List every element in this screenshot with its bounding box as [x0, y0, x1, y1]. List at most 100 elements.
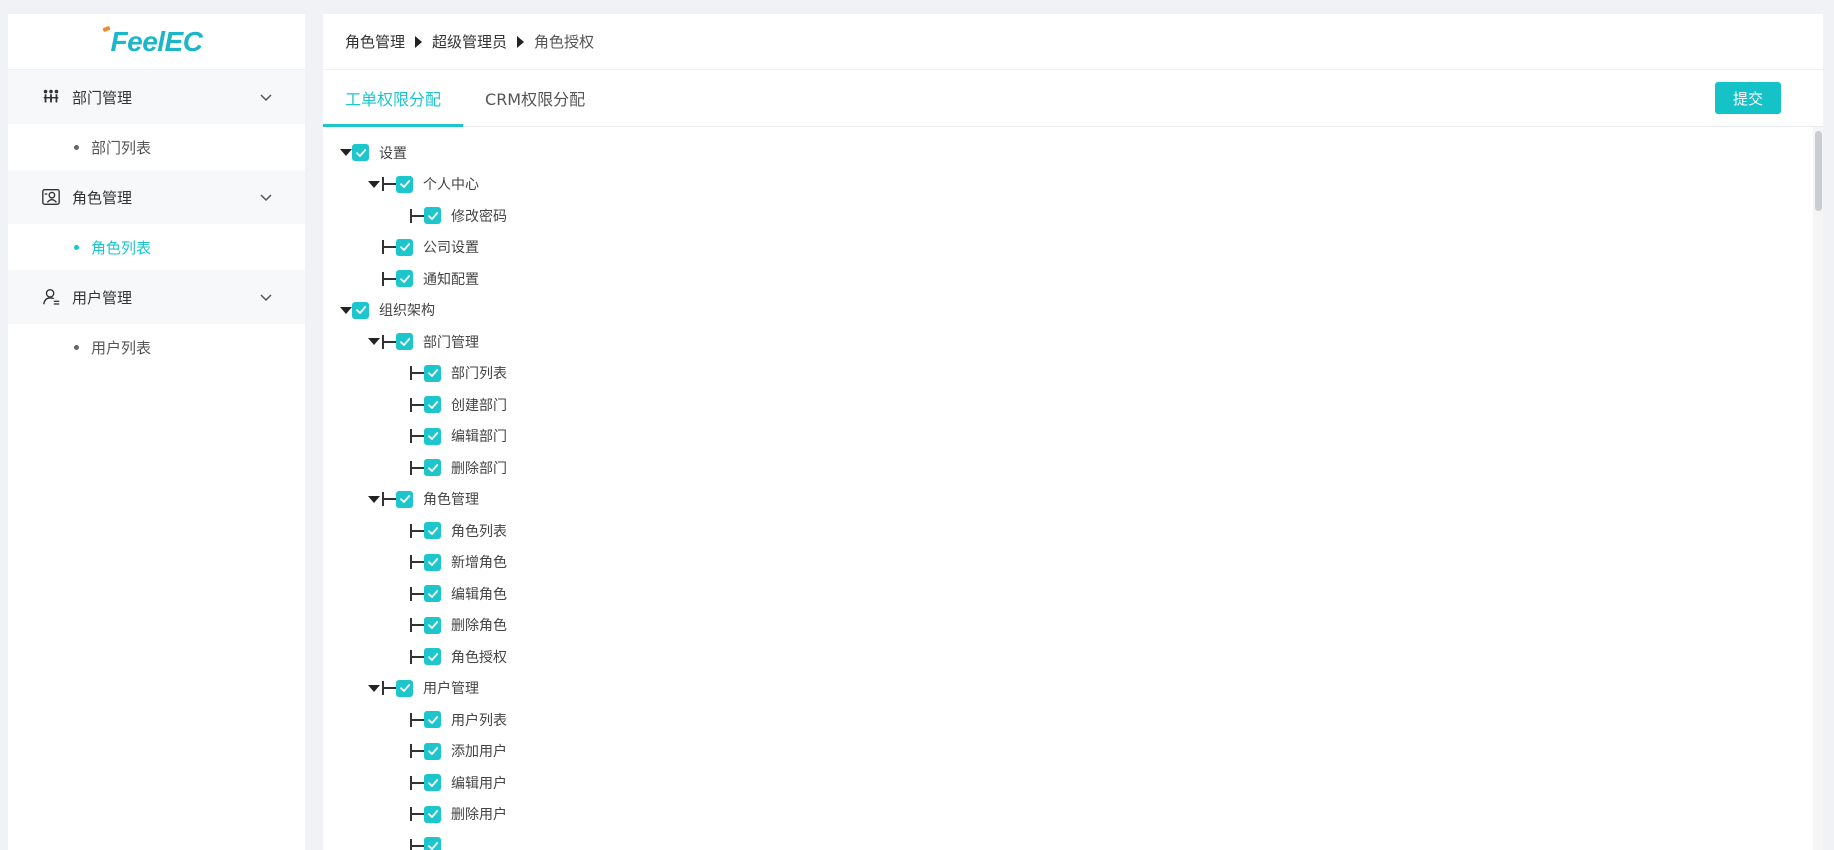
permission-checkbox[interactable] — [352, 301, 369, 319]
breadcrumb-item[interactable]: 超级管理员 — [432, 31, 507, 52]
permission-tabs: 工单权限分配 CRM权限分配 提交 — [323, 70, 1823, 127]
tree-branch-line — [380, 492, 396, 507]
tree-node: 删除部门 — [323, 452, 1823, 484]
sidebar: FeelEC 部门管理 部门列表 角色管理 角色列表 用户管理 用户列表 — [8, 14, 305, 850]
tree-node: 角色管理 — [323, 484, 1823, 516]
tree-node: 编辑部门 — [323, 421, 1823, 453]
expand-toggle-icon[interactable] — [368, 180, 380, 188]
permission-checkbox[interactable] — [424, 522, 441, 540]
tree-branch-line — [408, 712, 424, 727]
permission-label: 删除角色 — [451, 618, 507, 635]
permission-checkbox[interactable] — [424, 711, 441, 729]
tree-node: 部门管理 — [323, 326, 1823, 358]
sidebar-item-role-list[interactable]: 角色列表 — [8, 224, 305, 270]
permission-label: 设置 — [379, 145, 407, 162]
permission-label: 部门管理 — [423, 334, 479, 351]
logo-spark-icon — [102, 25, 111, 32]
tree-branch-line — [408, 618, 424, 633]
breadcrumb-item-current: 角色授权 — [534, 33, 595, 51]
permission-label: 编辑部门 — [451, 429, 507, 446]
expand-toggle-icon[interactable] — [368, 495, 380, 503]
tree-branch-line — [380, 271, 396, 286]
permission-checkbox[interactable] — [424, 837, 441, 850]
permission-checkbox[interactable] — [396, 679, 413, 697]
permission-checkbox[interactable] — [424, 427, 441, 445]
sidebar-group-department[interactable]: 部门管理 — [8, 70, 305, 124]
permission-checkbox[interactable] — [424, 459, 441, 477]
tree-branch-line — [408, 366, 424, 381]
tree-branch-line — [380, 681, 396, 696]
tree-branch-line — [408, 586, 424, 601]
permission-checkbox[interactable] — [424, 805, 441, 823]
permission-checkbox[interactable] — [424, 742, 441, 760]
permission-checkbox[interactable] — [424, 648, 441, 666]
permission-checkbox[interactable] — [396, 333, 413, 351]
sidebar-group-label: 角色管理 — [72, 188, 133, 207]
permission-checkbox[interactable] — [424, 616, 441, 634]
sidebar-group-user[interactable]: 用户管理 — [8, 270, 305, 324]
caret-right-icon — [415, 35, 423, 48]
tree-branch-line — [408, 523, 424, 538]
expand-toggle-icon[interactable] — [368, 684, 380, 692]
breadcrumb: 角色管理 超级管理员 角色授权 — [323, 14, 1823, 70]
permission-label: 公司设置 — [423, 240, 479, 257]
bullet-dot — [74, 144, 79, 150]
breadcrumb-item[interactable]: 角色管理 — [345, 31, 405, 52]
tree-node: 创建部门 — [323, 389, 1823, 421]
permission-checkbox[interactable] — [396, 175, 413, 193]
tree-node: 公司设置 — [323, 232, 1823, 264]
tree-branch-line — [408, 649, 424, 664]
permission-checkbox[interactable] — [424, 207, 441, 225]
permission-label: 修改密码 — [451, 208, 507, 225]
permission-checkbox[interactable] — [424, 553, 441, 571]
tab-crm-permissions[interactable]: CRM权限分配 — [463, 70, 607, 126]
department-icon — [40, 86, 62, 108]
tree-node: 角色列表 — [323, 515, 1823, 547]
sidebar-item-user-list[interactable]: 用户列表 — [8, 324, 305, 370]
tab-ticket-permissions[interactable]: 工单权限分配 — [323, 70, 464, 127]
sidebar-item-label: 部门列表 — [91, 138, 152, 157]
tree-node: 添加用户 — [323, 736, 1823, 768]
tree-node: 角色授权 — [323, 641, 1823, 673]
tree-branch-line — [408, 744, 424, 759]
submit-button[interactable]: 提交 — [1715, 82, 1781, 114]
sidebar-group-role[interactable]: 角色管理 — [8, 170, 305, 224]
tree-branch-line — [380, 334, 396, 349]
bullet-dot — [74, 244, 79, 250]
permission-checkbox[interactable] — [396, 270, 413, 288]
logo-text: FeelEC — [102, 25, 203, 58]
expand-toggle-icon[interactable] — [340, 306, 352, 314]
permission-checkbox[interactable] — [424, 396, 441, 414]
caret-right-icon — [517, 35, 525, 48]
tree-branch-line — [408, 429, 424, 444]
permission-checkbox[interactable] — [396, 238, 413, 256]
logo[interactable]: FeelEC — [8, 14, 305, 70]
scrollbar[interactable] — [1813, 127, 1823, 850]
chevron-down-icon — [260, 94, 272, 102]
permission-checkbox[interactable] — [424, 585, 441, 603]
tree-node: 编辑角色 — [323, 578, 1823, 610]
sidebar-item-label: 角色列表 — [91, 238, 152, 257]
sidebar-item-department-list[interactable]: 部门列表 — [8, 124, 305, 170]
permission-label: 组织架构 — [379, 303, 435, 320]
permission-label: 删除部门 — [451, 460, 507, 477]
tree-branch-line — [408, 775, 424, 790]
permission-label: 个人中心 — [423, 177, 479, 194]
permission-label: 编辑用户 — [451, 775, 507, 792]
tree-node: 删除角色 — [323, 610, 1823, 642]
permission-label: 用户列表 — [451, 712, 507, 729]
expand-toggle-icon[interactable] — [340, 149, 352, 157]
tree-node: 编辑用户 — [323, 767, 1823, 799]
sidebar-item-label: 用户列表 — [91, 338, 152, 357]
permission-label: 删除用户 — [451, 807, 507, 824]
expand-toggle-icon[interactable] — [368, 338, 380, 346]
tree-node: 组织架构 — [323, 295, 1823, 327]
permission-checkbox[interactable] — [424, 364, 441, 382]
tree-node: 设置 — [323, 137, 1823, 169]
tree-branch-line — [380, 177, 396, 192]
permission-checkbox[interactable] — [352, 144, 369, 162]
permission-checkbox[interactable] — [424, 774, 441, 792]
permission-label: 新增角色 — [451, 555, 507, 572]
permission-checkbox[interactable] — [396, 490, 413, 508]
scrollbar-thumb[interactable] — [1815, 131, 1822, 211]
